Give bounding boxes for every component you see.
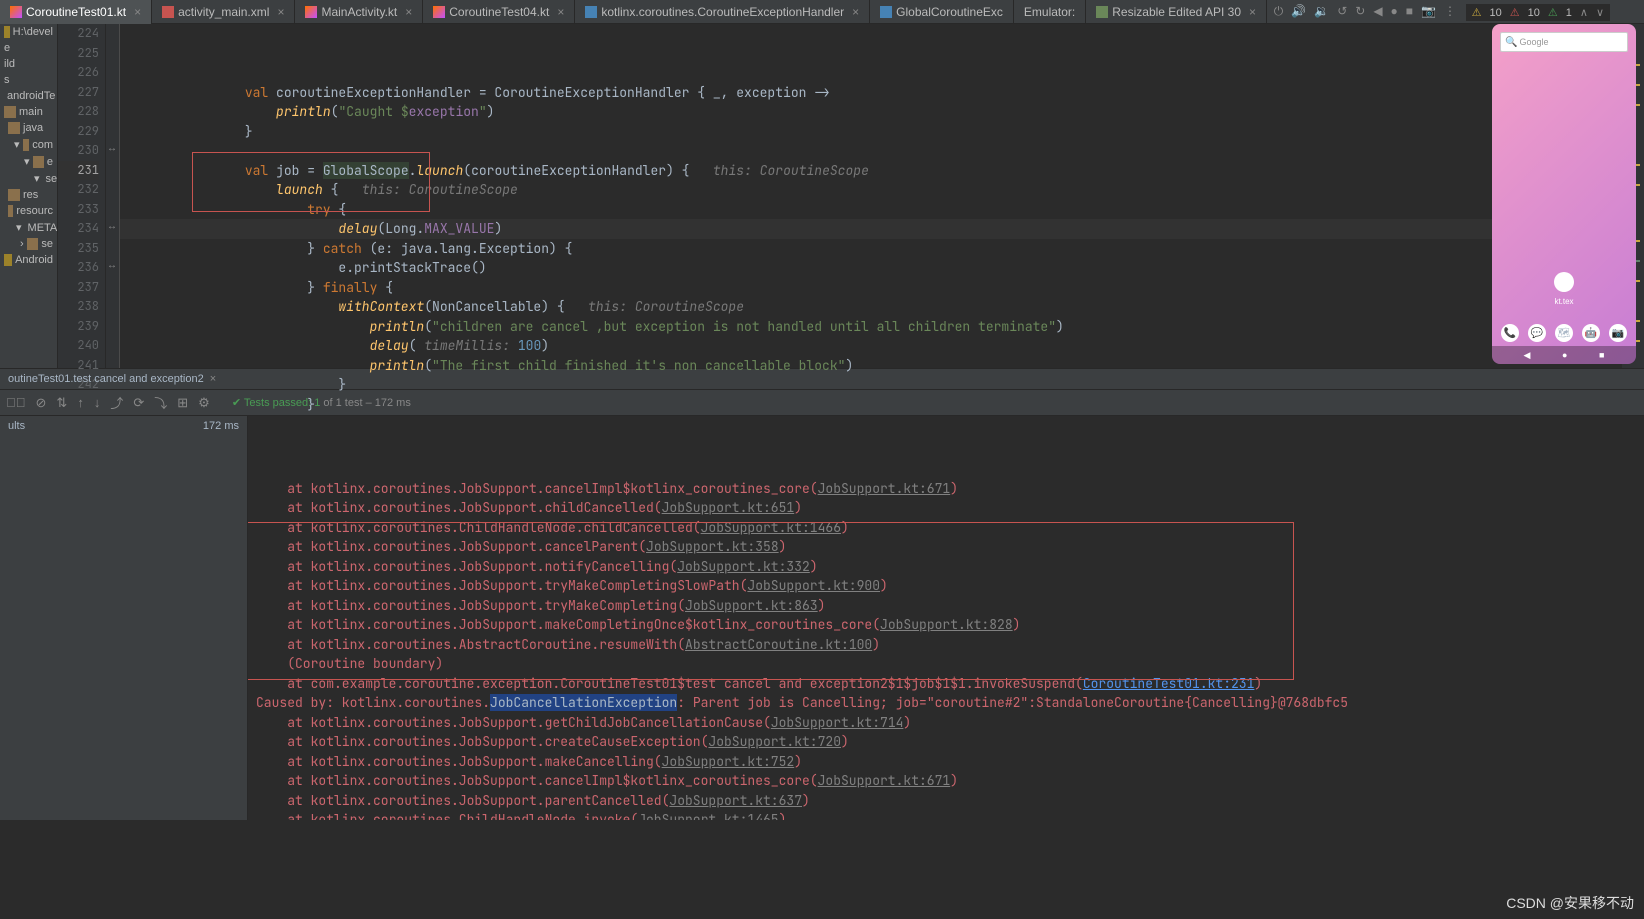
tab-mainactivity[interactable]: MainActivity.kt× bbox=[295, 0, 423, 24]
rotate-right-icon[interactable]: ↻ bbox=[1355, 4, 1365, 19]
emulator-dock: 📞 💬 🗺 🤖 📷 bbox=[1492, 324, 1636, 342]
editor-area: H:\devel e ild s androidTe main java ▾ c… bbox=[0, 24, 1644, 368]
app-label: kt.tex bbox=[1492, 297, 1636, 306]
tab-exception-handler[interactable]: kotlinx.coroutines.CoroutineExceptionHan… bbox=[575, 0, 870, 24]
back-icon[interactable]: ◀ bbox=[1373, 4, 1382, 19]
project-sidebar[interactable]: H:\devel e ild s androidTe main java ▾ c… bbox=[0, 24, 58, 368]
folder-icon bbox=[8, 122, 20, 134]
overview-icon[interactable]: ■ bbox=[1406, 4, 1413, 19]
chevron-down-icon[interactable]: ∨ bbox=[1596, 6, 1604, 19]
tab-coroutinetest04[interactable]: CoroutineTest04.kt× bbox=[423, 0, 575, 24]
emulator-screen: Google kt.tex 📞 💬 🗺 🤖 📷 ◀ ● ■ bbox=[1492, 24, 1636, 364]
run-gutter-icon[interactable]: ↔ bbox=[107, 260, 117, 271]
line-gutter[interactable]: 2242252262272282292302312322332342352362… bbox=[58, 24, 106, 368]
screenshot-icon[interactable]: 📷 bbox=[1421, 4, 1436, 19]
android-icon bbox=[4, 254, 12, 266]
folder-icon bbox=[23, 139, 30, 151]
console-output[interactable]: at kotlinx.coroutines.JobSupport.cancelI… bbox=[248, 416, 1644, 820]
phone-icon[interactable]: 📞 bbox=[1501, 324, 1519, 342]
close-icon[interactable]: × bbox=[134, 5, 141, 19]
android-icon[interactable]: 🤖 bbox=[1582, 324, 1600, 342]
kotlin-icon bbox=[10, 6, 22, 18]
nav-back-icon[interactable]: ◀ bbox=[1524, 350, 1531, 361]
folder-icon bbox=[4, 106, 16, 118]
emulator-device[interactable]: Google kt.tex 📞 💬 🗺 🤖 📷 ◀ ● ■ bbox=[1492, 24, 1636, 364]
close-icon[interactable]: × bbox=[852, 5, 859, 19]
folder-icon bbox=[8, 189, 20, 201]
next-icon[interactable]: ↓ bbox=[94, 395, 101, 410]
highlight-box bbox=[248, 522, 1294, 680]
weak-warning-icon: ⚠ bbox=[1548, 6, 1558, 19]
google-search-widget[interactable]: Google bbox=[1500, 32, 1628, 52]
source-icon bbox=[880, 6, 892, 18]
more-icon[interactable]: ⋮ bbox=[1444, 4, 1456, 19]
run-gutter-icon[interactable]: ↔ bbox=[107, 143, 117, 154]
run-gutter-icon[interactable]: ↔ bbox=[107, 221, 117, 232]
close-icon[interactable]: × bbox=[277, 5, 284, 19]
test-tree[interactable]: ults172 ms bbox=[0, 416, 248, 820]
xml-icon bbox=[162, 6, 174, 18]
device-icon bbox=[1096, 6, 1108, 18]
home-icon[interactable]: ● bbox=[1391, 4, 1398, 19]
emulator-navbar: ◀ ● ■ bbox=[1492, 346, 1636, 364]
warning-icon: ⚠ bbox=[1472, 6, 1482, 19]
volume-down-icon[interactable]: 🔉 bbox=[1314, 4, 1329, 19]
tab-coroutinetest01[interactable]: CoroutineTest01.kt× bbox=[0, 0, 152, 24]
highlight-box bbox=[192, 152, 430, 212]
tab-resizable[interactable]: Resizable Edited API 30× bbox=[1086, 0, 1267, 24]
close-icon[interactable]: × bbox=[405, 5, 412, 19]
tab-activity-main[interactable]: activity_main.xml× bbox=[152, 0, 295, 24]
nav-overview-icon[interactable]: ■ bbox=[1599, 350, 1604, 360]
source-icon bbox=[585, 6, 597, 18]
prev-icon[interactable]: ↑ bbox=[77, 395, 84, 410]
close-icon[interactable]: × bbox=[1249, 5, 1256, 19]
chevron-up-icon[interactable]: ∧ bbox=[1580, 6, 1588, 19]
tab-emulator[interactable]: Emulator: bbox=[1014, 0, 1086, 24]
folder-icon bbox=[27, 238, 39, 250]
code-editor[interactable]: val coroutineExceptionHandler = Coroutin… bbox=[120, 24, 1622, 368]
kotlin-icon bbox=[433, 6, 445, 18]
folder-icon bbox=[8, 205, 13, 217]
close-icon[interactable]: × bbox=[557, 5, 564, 19]
fold-column[interactable]: ↔ ↔ ↔ bbox=[106, 24, 120, 368]
camera-icon[interactable]: 📷 bbox=[1609, 324, 1627, 342]
tab-global-coroutine[interactable]: GlobalCoroutineExc bbox=[870, 0, 1014, 24]
maps-icon[interactable]: 🗺 bbox=[1555, 324, 1573, 342]
rotate-left-icon[interactable]: ↺ bbox=[1337, 4, 1347, 19]
power-icon[interactable]: ⏻ bbox=[1274, 4, 1284, 19]
folder-icon bbox=[33, 156, 44, 168]
show-passed-icon[interactable]: ✓⃝ bbox=[6, 395, 26, 410]
nav-home-icon[interactable]: ● bbox=[1562, 350, 1567, 360]
emulator-toolbar: ⏻ 🔊 🔉 ↺ ↻ ◀ ● ■ 📷 ⋮ bbox=[1274, 4, 1456, 19]
kotlin-icon bbox=[305, 6, 317, 18]
app-icon[interactable] bbox=[1554, 272, 1574, 292]
sort-icon[interactable]: ⇅ bbox=[56, 395, 67, 411]
inspection-summary[interactable]: ⚠10 ⚠10 ⚠1 ∧ ∨ bbox=[1466, 4, 1610, 21]
watermark: CSDN @安果移不动 bbox=[1506, 893, 1634, 913]
test-results: ults172 ms at kotlinx.coroutines.JobSupp… bbox=[0, 416, 1644, 820]
messages-icon[interactable]: 💬 bbox=[1528, 324, 1546, 342]
show-ignored-icon[interactable]: ⊘ bbox=[36, 395, 47, 411]
folder-icon bbox=[4, 26, 10, 38]
volume-up-icon[interactable]: 🔊 bbox=[1291, 4, 1306, 19]
error-icon: ⚠ bbox=[1510, 6, 1520, 19]
